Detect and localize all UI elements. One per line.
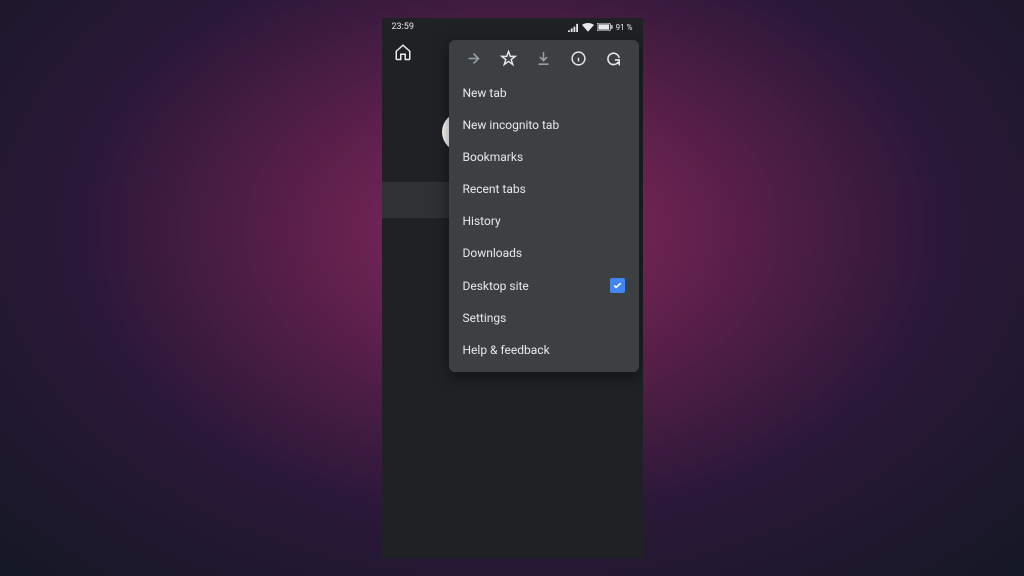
menu-recent-tabs[interactable]: Recent tabs: [449, 173, 639, 205]
menu-label: New incognito tab: [463, 118, 560, 132]
battery-icon: [597, 23, 613, 31]
menu-label: Help & feedback: [463, 343, 550, 357]
menu-label: History: [463, 214, 501, 228]
menu-label: Recent tabs: [463, 182, 526, 196]
menu-help[interactable]: Help & feedback: [449, 334, 639, 366]
menu-history[interactable]: History: [449, 205, 639, 237]
home-button[interactable]: [394, 43, 412, 65]
menu-icon-row: [449, 40, 639, 77]
menu-label: Settings: [463, 311, 507, 325]
forward-icon[interactable]: [465, 50, 482, 67]
signal-icon: [568, 23, 579, 32]
menu-new-tab[interactable]: New tab: [449, 77, 639, 109]
menu-label: New tab: [463, 86, 507, 100]
refresh-icon[interactable]: [605, 50, 622, 67]
info-icon[interactable]: [570, 50, 587, 67]
menu-desktop-site[interactable]: Desktop site: [449, 269, 639, 302]
desktop-site-checkbox[interactable]: [610, 278, 625, 293]
menu-bookmarks[interactable]: Bookmarks: [449, 141, 639, 173]
status-bar: 23:59 91 %: [382, 18, 643, 36]
star-icon[interactable]: [500, 50, 517, 67]
menu-label: Desktop site: [463, 279, 529, 293]
status-icons: 91 %: [568, 23, 633, 32]
download-icon[interactable]: [535, 50, 552, 67]
overflow-menu: New tab New incognito tab Bookmarks Rece…: [449, 40, 639, 372]
check-icon: [612, 280, 623, 291]
menu-label: Bookmarks: [463, 150, 524, 164]
menu-new-incognito[interactable]: New incognito tab: [449, 109, 639, 141]
menu-downloads[interactable]: Downloads: [449, 237, 639, 269]
menu-label: Downloads: [463, 246, 523, 260]
phone-screen: 23:59 91 % Search or: [382, 18, 643, 558]
status-time: 23:59: [392, 22, 414, 32]
battery-percent: 91 %: [616, 23, 633, 32]
wifi-icon: [582, 23, 594, 32]
menu-settings[interactable]: Settings: [449, 302, 639, 334]
